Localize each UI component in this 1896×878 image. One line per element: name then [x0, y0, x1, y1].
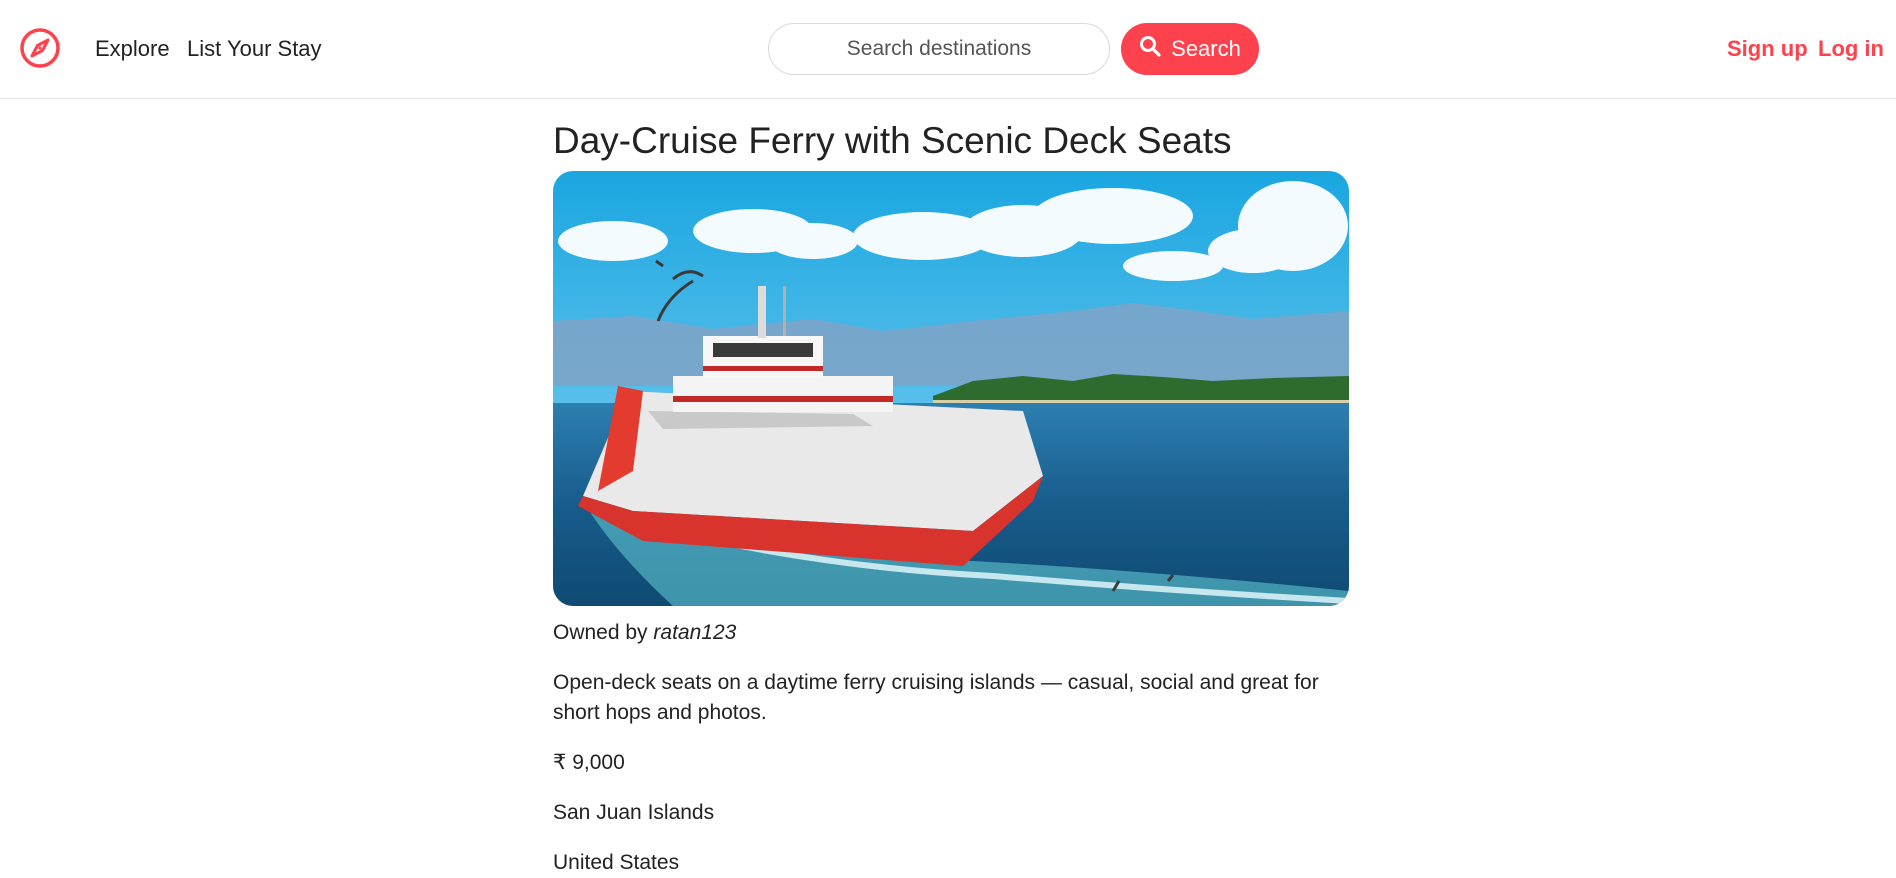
- search-icon: [1139, 35, 1161, 63]
- login-link[interactable]: Log in: [1818, 36, 1884, 62]
- search-button[interactable]: Search: [1121, 23, 1259, 75]
- listing-title: Day-Cruise Ferry with Scenic Deck Seats: [553, 120, 1232, 161]
- nav-list-your-stay-link[interactable]: List Your Stay: [187, 36, 322, 62]
- listing-details: Day-Cruise Ferry with Scenic Deck Seats: [553, 99, 1349, 878]
- nav-explore-link[interactable]: Explore: [95, 36, 170, 62]
- listing-description: Open-deck seats on a daytime ferry cruis…: [553, 671, 1319, 724]
- navbar: Explore List Your Stay Search Sign up Lo…: [0, 0, 1896, 99]
- search-input[interactable]: [769, 24, 1109, 74]
- signup-link[interactable]: Sign up: [1727, 36, 1808, 62]
- listing-price: ₹ 9,000: [553, 751, 625, 774]
- listing-country: United States: [553, 851, 680, 874]
- listing-location: San Juan Islands: [553, 801, 715, 824]
- listing-image: [553, 171, 1349, 606]
- search-button-label: Search: [1171, 36, 1241, 61]
- owner-username: ratan123: [653, 621, 737, 644]
- compass-logo-icon[interactable]: [19, 27, 61, 69]
- listing-owner: Owned by ratan123: [553, 620, 1349, 646]
- owner-prefix: Owned by: [553, 621, 648, 644]
- search-box: [768, 23, 1110, 75]
